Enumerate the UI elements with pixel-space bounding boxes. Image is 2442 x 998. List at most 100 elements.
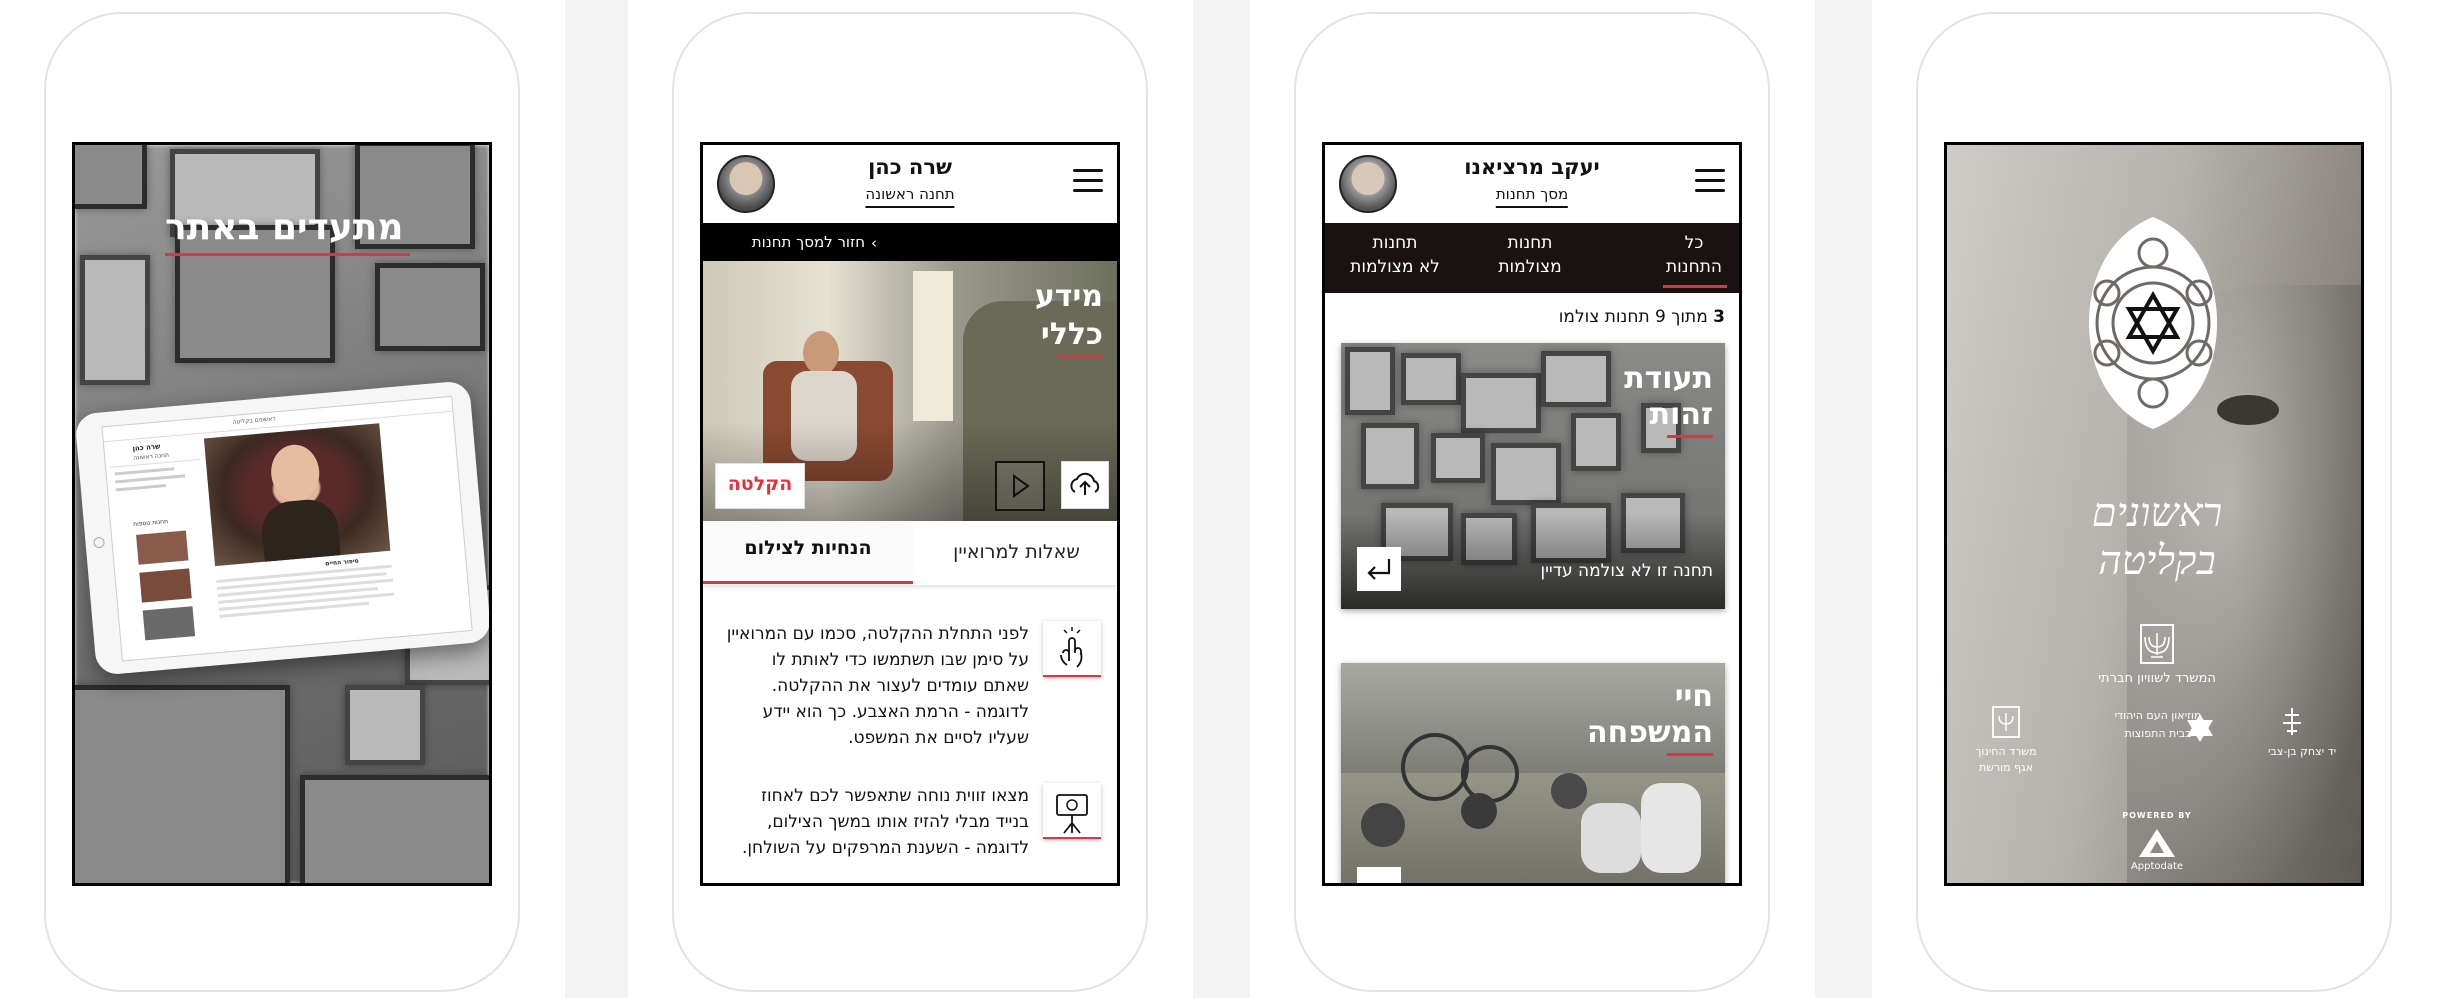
back-link[interactable]: חזור למסך תחנות [752, 233, 865, 251]
screen-stations-list: יעקב מרציאנו מסך תחנות כל התחנות תחנות מ… [1322, 142, 1742, 886]
tablet-device: ראשונים בקליטה שרה כהן תחנה ראשונה תחנות… [75, 380, 489, 676]
filter-label: תחנות [1372, 233, 1418, 253]
screen-splash: ראשונים בקליטה המשרד לשוויון חברתי משרד … [1944, 142, 2364, 886]
return-arrow-icon [1367, 559, 1391, 580]
person-name: יעקב מרציאנו [1464, 155, 1600, 179]
app-title-line2: בקליטה [2098, 538, 2216, 584]
star-of-david-emblem-icon [2089, 217, 2217, 429]
brand-name: Apptodate [2130, 861, 2184, 872]
tip-line: שאתם עומדים לעצור את ההקלטה. [771, 676, 1029, 696]
tip-line: בנייד מבלי להזיז אותו במשך הצילום, [766, 812, 1029, 832]
ministry-logo-text: המשרד לשוויון חברתי [2098, 671, 2216, 686]
tip-item: מצאו זווית נוחה שתאפשר לכם לאחוז בנייד מ… [703, 783, 1117, 883]
filter-unfilmed-stations[interactable]: תחנות לא מצולמות [1335, 223, 1455, 293]
tip-text: לפני התחלת ההקלטה, סכמו עם המרואיין על ס… [709, 621, 1029, 751]
tablet-screen: ראשונים בקליטה שרה כהן תחנה ראשונה תחנות… [101, 395, 473, 662]
powered-by-label: POWERED BY [2122, 811, 2192, 820]
menorah-emblem-icon [1992, 706, 2020, 738]
card-title-line2: המשפחה [1586, 715, 1713, 750]
tip-line: לפני התחלת ההקלטה, סכמו עם המרואיין [726, 624, 1029, 644]
card-title-line2: זהות [1649, 397, 1713, 432]
phone-frame: יעקב מרציאנו מסך תחנות כל התחנות תחנות מ… [1294, 12, 1770, 992]
tip-line: לדוגמה - הרמת האצבע. כך הוא יידע [762, 702, 1029, 722]
card-title-line1: חיי [1674, 679, 1713, 714]
card-title-line1: תעודת [1624, 361, 1713, 396]
screen-title: מתעדים באתר [165, 207, 404, 248]
enter-button[interactable] [1357, 547, 1401, 591]
active-tab-indicator [703, 581, 913, 584]
tab-interviewee-questions[interactable]: שאלות למרואיין [913, 521, 1117, 585]
tab-label: שאלות למרואיין [953, 541, 1080, 563]
star-of-david-icon [2187, 714, 2213, 742]
tip-line: על סימן שבו תשתמשו כדי לאותת לו [771, 650, 1029, 670]
tablet-section-label: תחנות נוספות [132, 518, 169, 529]
filter-filmed-stations[interactable]: תחנות מצולמות [1465, 223, 1595, 293]
phone-frame: ראשונים בקליטה המשרד לשוויון חברתי משרד … [1916, 12, 2392, 992]
header-subtitle: תחנה ראשונה [865, 185, 955, 208]
icon-underline [1043, 675, 1101, 677]
partner-logo-text: משרד החינוך [1975, 745, 2037, 758]
count-text: מתוך 9 תחנות צולמו [1558, 307, 1708, 327]
filter-bar: כל התחנות תחנות מצולמות תחנות לא מצולמות [1325, 223, 1739, 293]
header-subtitle: מסך תחנות [1495, 185, 1569, 208]
filmed-count: 3 מתוך 9 תחנות צולמו [1559, 307, 1725, 327]
station-title-line1: מידע [1034, 279, 1103, 314]
phone-frame: מתעדים באתר ראשונים בקליטה שרה כהן תחנה … [44, 12, 520, 992]
filter-label: לא מצולמות [1350, 257, 1440, 277]
icon-underline [1043, 837, 1101, 839]
tablet-person-sub: תחנה ראשונה [133, 451, 170, 462]
title-underline [1667, 753, 1713, 756]
play-icon [1013, 474, 1030, 498]
tablet-logo: ראשונים בקליטה [232, 415, 276, 426]
enter-button[interactable] [1357, 867, 1401, 883]
partner-logo-text: יד יצחק בן-צבי [2267, 745, 2337, 758]
station-card[interactable]: חיי המשפחה [1341, 663, 1725, 883]
filter-label: התחנות [1666, 257, 1722, 277]
mockup-column-2: שרה כהן תחנה ראשונה חזור למסך תחנות ‹ מי… [628, 0, 1193, 998]
play-button[interactable] [995, 461, 1045, 511]
hamburger-menu-icon[interactable] [1073, 169, 1103, 193]
filter-label: כל [1684, 233, 1704, 253]
app-header: שרה כהן תחנה ראשונה [703, 145, 1117, 223]
chevron-left-icon: ‹ [871, 234, 877, 252]
app-title-line1: ראשונים [2091, 490, 2223, 536]
tab-filming-guidelines[interactable]: הנחיות לצילום [703, 521, 913, 585]
tablet-home-button [93, 536, 106, 549]
mockup-column-3: יעקב מרציאנו מסך תחנות כל התחנות תחנות מ… [1250, 0, 1815, 998]
mockup-column-4: ראשונים בקליטה המשרד לשוויון חברתי משרד … [1872, 0, 2442, 998]
app-header: יעקב מרציאנו מסך תחנות [1325, 145, 1739, 223]
cloud-upload-icon [1070, 472, 1100, 495]
menorah-emblem-icon [2140, 624, 2174, 664]
hand-tap-icon [1043, 621, 1101, 677]
yad-ben-zvi-logo-icon [2283, 708, 2301, 735]
tablet-story-title: סיפור החיים [324, 557, 359, 568]
back-bar[interactable]: חזור למסך תחנות ‹ [703, 223, 1117, 261]
title-underline [1667, 435, 1713, 438]
tip-line: מצאו זווית נוחה שתאפשר לכם לאחוז [761, 786, 1029, 806]
tip-text: מצאו זווית נוחה שתאפשר לכם לאחוז בנייד מ… [709, 783, 1029, 861]
tab-label: הנחיות לצילום [744, 537, 872, 559]
tablet-person-name: שרה כהן [132, 442, 161, 453]
screen-website-promo: מתעדים באתר ראשונים בקליטה שרה כהן תחנה … [72, 142, 492, 886]
title-underline [1057, 355, 1103, 358]
record-label: הקלטה [727, 473, 793, 495]
filter-label: מצולמות [1498, 257, 1562, 277]
phone-frame: שרה כהן תחנה ראשונה חזור למסך תחנות ‹ מי… [672, 12, 1148, 992]
upload-button[interactable] [1061, 461, 1109, 509]
tablet-tripod-icon [1043, 783, 1101, 839]
filter-label: תחנות [1507, 233, 1553, 253]
station-title-line2: כללי [1040, 317, 1103, 352]
tip-line: שעליו לסיים את המשפט. [848, 728, 1029, 748]
filter-all-stations[interactable]: כל התחנות [1649, 223, 1739, 293]
tablet-video [203, 423, 391, 567]
tab-bar: שאלות למרואיין הנחיות לצילום [703, 521, 1117, 585]
partner-logo-text: אגף מורשת [1978, 761, 2034, 774]
station-video[interactable]: מידע כללי הקלטה [703, 261, 1117, 521]
person-name: שרה כהן [868, 155, 952, 179]
record-button[interactable]: הקלטה [715, 463, 805, 509]
hamburger-menu-icon[interactable] [1695, 169, 1725, 193]
station-card[interactable]: תעודת זהות תחנה זו לא צולמה עדיין [1341, 343, 1725, 609]
apptodate-logo-icon [2139, 829, 2175, 857]
count-number: 3 [1713, 307, 1725, 327]
tip-line: לדוגמה - השענת המרפקים על השולחן. [741, 838, 1029, 858]
